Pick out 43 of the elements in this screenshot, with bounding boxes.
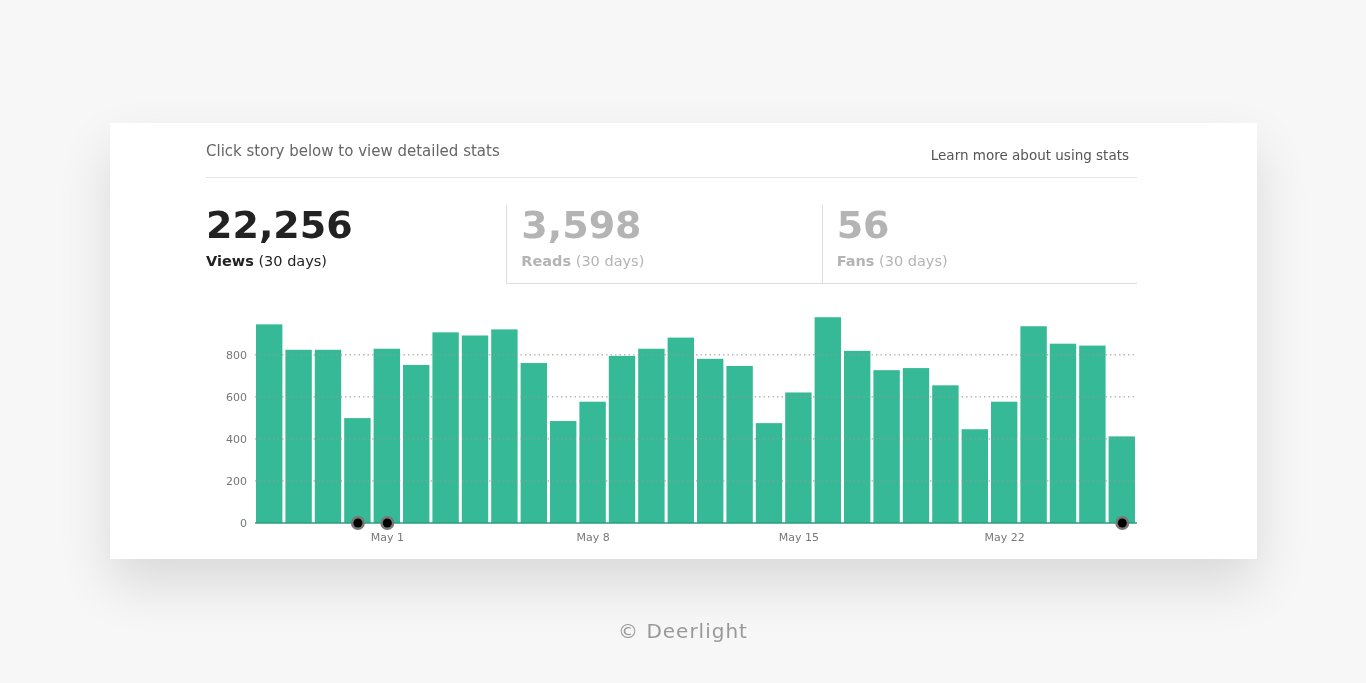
y-tick-label: 400 [226, 432, 247, 446]
bar[interactable] [844, 350, 871, 523]
story-marker[interactable] [350, 516, 365, 530]
story-marker[interactable] [1115, 516, 1130, 530]
bar[interactable] [256, 324, 283, 523]
x-tick-label: May 1 [370, 531, 404, 544]
instruction-text: Click story below to view detailed stats [206, 142, 500, 160]
x-tick-label: May 15 [778, 531, 820, 544]
credit-text: © Deerlight [617, 619, 749, 643]
bar[interactable] [991, 401, 1018, 523]
bar[interactable] [432, 332, 459, 523]
bar[interactable] [520, 363, 547, 523]
x-tick-label: May 22 [984, 531, 1025, 544]
bar[interactable] [873, 370, 900, 523]
bar[interactable] [285, 349, 312, 523]
bar[interactable] [1020, 326, 1047, 523]
y-tick-label: 200 [226, 474, 247, 488]
bar[interactable] [1079, 345, 1106, 523]
x-tick-label: May 8 [576, 531, 610, 544]
bar[interactable] [638, 348, 665, 523]
bar[interactable] [667, 337, 694, 523]
bar[interactable] [314, 349, 342, 523]
bar[interactable] [461, 335, 489, 523]
y-tick-label: 800 [226, 348, 247, 362]
y-tick-label: 0 [240, 517, 247, 530]
bar[interactable] [961, 429, 988, 523]
bar[interactable] [579, 401, 606, 523]
metric-tab[interactable]: 22,256 Views (30 days) [206, 205, 507, 284]
bar[interactable] [902, 368, 930, 523]
bar[interactable] [1049, 343, 1077, 523]
bar[interactable] [785, 392, 812, 523]
story-marker[interactable] [380, 516, 395, 530]
bar[interactable] [697, 358, 724, 523]
bar[interactable] [814, 317, 841, 523]
bar[interactable] [491, 329, 518, 523]
help-link[interactable]: Learn more about using stats [930, 147, 1129, 163]
bar[interactable] [403, 364, 430, 523]
y-tick-label: 600 [226, 390, 247, 404]
bar[interactable] [550, 421, 577, 523]
bar[interactable] [726, 366, 753, 523]
bar[interactable] [608, 355, 636, 523]
bar[interactable] [755, 423, 783, 523]
bar[interactable] [932, 385, 959, 523]
